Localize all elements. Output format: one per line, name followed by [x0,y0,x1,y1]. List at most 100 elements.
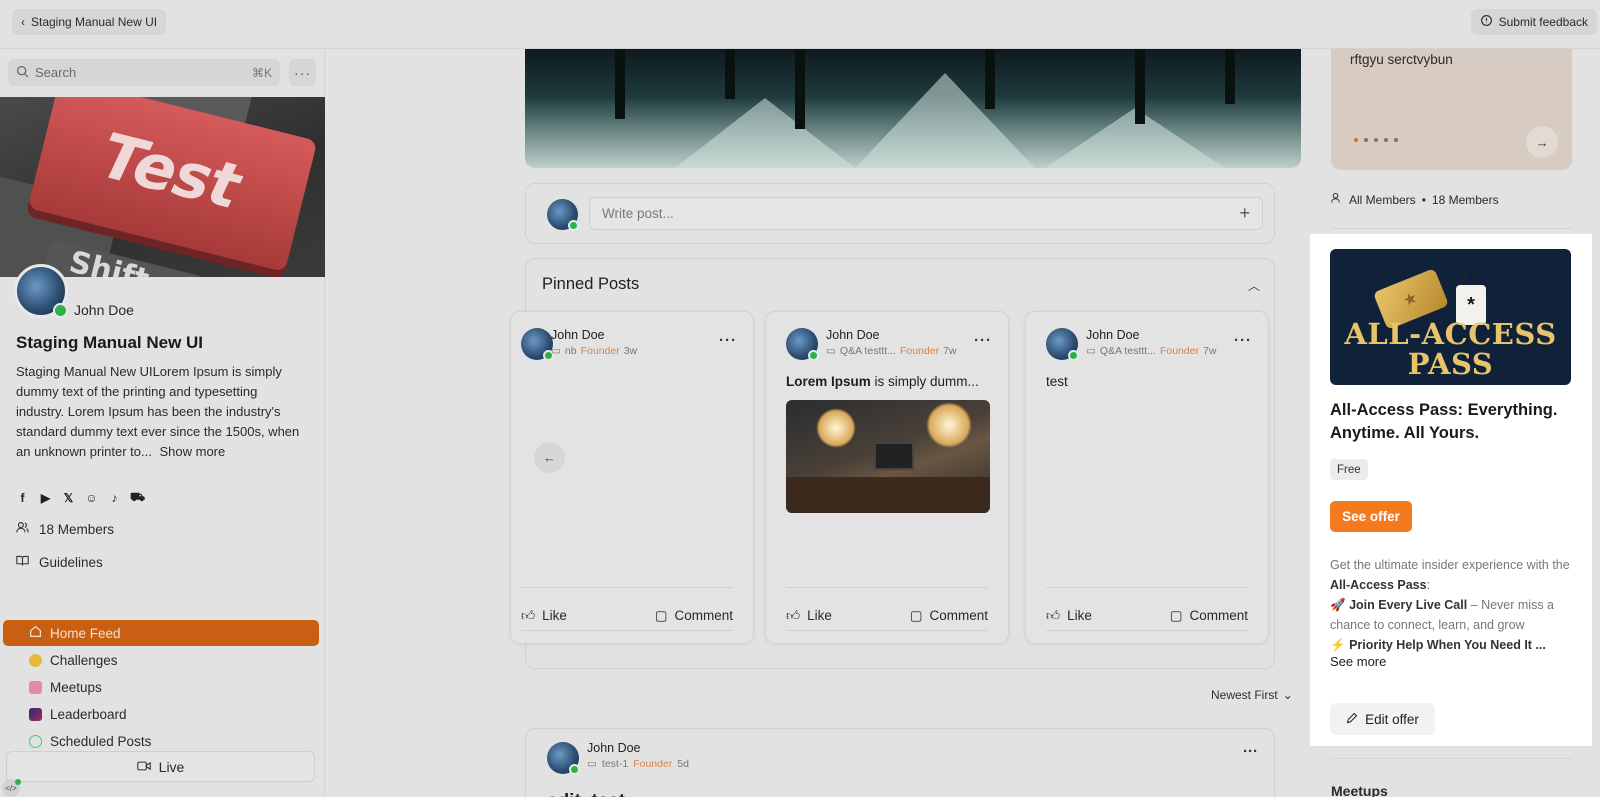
banner-tree [1225,49,1235,104]
sidebar-item-meetups[interactable]: Meetups [3,674,319,700]
search-input[interactable]: Search ⌘K [8,59,280,86]
space-icon: ▭ [1086,345,1096,357]
online-indicator [53,303,68,318]
leaderboard-icon [29,707,42,721]
like-label: Like [1067,608,1092,623]
post-composer: Write post... + [525,183,1275,244]
author-avatar [547,742,580,775]
author-name[interactable]: John Doe [551,328,605,342]
members-summary[interactable]: All Members • 18 Members [1331,192,1499,207]
see-offer-button[interactable]: See offer [1330,501,1412,532]
slide-dot[interactable] [1394,138,1398,142]
divider [1331,758,1572,759]
slide-pagination [1354,138,1398,142]
like-label: Like [807,608,832,623]
feed-post-card[interactable]: John Doe ▭ test-1 Founder 5d ··· edit_te… [525,728,1275,797]
post-excerpt-text: is simply dumm... [870,374,979,389]
submit-feedback-button[interactable]: Submit feedback [1470,9,1597,35]
post-menu-button[interactable]: ··· [974,332,992,349]
post-meta: ▭ Q&A testtt... Founder 7w [1086,345,1217,357]
top-bar: ‹ Staging Manual New UI Submit feedback [0,0,1600,49]
slide-dot[interactable] [1384,138,1388,142]
pencil-icon [1346,712,1358,727]
pinned-post-card[interactable]: John Doe ▭ Q&A testtt... Founder 7w ··· … [765,311,1009,644]
community-cover-image: Test Shift [0,97,325,277]
like-button[interactable]: 👍︎ Like [521,607,567,624]
offer-image-brand: ALL-ACCESS PASS [1344,317,1557,381]
author-name[interactable]: John Doe [587,741,641,755]
owner-name[interactable]: John Doe [74,302,134,318]
author-name[interactable]: John Doe [826,328,880,342]
facebook-icon[interactable]: f [16,491,29,505]
post-menu-button[interactable]: ··· [1243,743,1258,760]
snapchat-icon[interactable]: ☺ [85,491,98,505]
online-indicator [569,764,580,775]
pinned-posts-title: Pinned Posts [542,275,640,293]
calendar-icon [29,680,42,694]
offer-description: Get the ultimate insider experience with… [1330,558,1570,652]
pinned-post-card[interactable]: John Doe ▭ Q&A testtt... Founder 7w ··· … [1025,311,1269,644]
owner-avatar[interactable] [14,264,68,318]
plus-icon[interactable]: + [1239,203,1250,224]
video-icon [136,759,151,775]
sidebar: Search ⌘K ··· Test Shift John Doe Stagin… [0,49,325,797]
chevron-up-icon[interactable]: ︿ [1248,277,1260,294]
sidebar-more-button[interactable]: ··· [289,59,316,86]
book-icon [16,554,29,570]
slide-dot[interactable] [1374,138,1378,142]
edit-offer-button[interactable]: Edit offer [1330,703,1435,735]
youtube-icon[interactable]: ▶ [39,491,52,505]
sidebar-item-home-feed[interactable]: Home Feed [3,620,319,646]
rocket-emoji: 🚀 [1330,598,1346,612]
post-image[interactable] [786,400,990,513]
slide-dot[interactable] [1354,138,1358,142]
pinned-post-card[interactable]: John Doe ▭ nb Founder 3w ··· 👍︎ Like ▢ Com… [510,311,754,644]
bullet-separator: • [1421,192,1426,207]
comment-label: Comment [674,608,733,623]
members-link[interactable]: 18 Members [16,521,114,537]
nav-label: Scheduled Posts [50,733,152,749]
x-icon[interactable]: 𝕏 [62,491,75,505]
banner-tree [985,49,995,109]
offer-desc-bold: All-Access Pass [1330,578,1427,592]
community-title: Staging Manual New UI [16,333,204,352]
feedback-icon [1480,14,1493,30]
sort-dropdown[interactable]: Newest First ⌄ [1211,688,1293,702]
search-placeholder: Search [35,65,77,80]
founder-badge: Founder [633,758,673,770]
post-actions: 👍︎ Like ▢ Comment [786,587,988,643]
see-more-link[interactable]: See more [1330,654,1386,669]
sidebar-item-leaderboard[interactable]: Leaderboard [3,701,319,727]
show-more-link[interactable]: Show more [159,444,225,459]
comment-button[interactable]: ▢ Comment [655,608,733,624]
comment-button[interactable]: ▢ Comment [1170,608,1248,624]
carousel-prev-button[interactable]: ← [534,442,565,473]
home-icon [29,625,42,641]
slide-next-button[interactable]: → [1526,126,1558,158]
dev-tools-icon[interactable]: </> [2,779,21,797]
image-monitor [874,442,914,470]
banner-tree [1135,49,1145,124]
post-menu-button[interactable]: ··· [1234,332,1252,349]
shop-icon[interactable]: ⛟ [130,490,145,504]
sidebar-item-challenges[interactable]: Challenges [3,647,319,673]
comment-button[interactable]: ▢ Comment [910,608,988,624]
author-name[interactable]: John Doe [1086,328,1140,342]
back-button[interactable]: ‹ Staging Manual New UI [12,9,167,35]
like-button[interactable]: 👍︎ Like [786,607,832,624]
live-button[interactable]: Live [6,751,315,782]
lanyard-strap [1464,267,1478,287]
post-menu-button[interactable]: ··· [719,332,737,349]
like-button[interactable]: 👍︎ Like [1046,607,1092,624]
founder-badge: Founder [1159,345,1200,357]
post-meta: ▭ Q&A testtt... Founder 7w [826,345,957,357]
tiktok-icon[interactable]: ♪ [108,491,121,505]
write-post-input[interactable]: Write post... + [589,197,1263,230]
thumbs-up-icon: 👍︎ [1046,608,1061,623]
founder-badge: Founder [899,345,940,357]
offer-desc-intro: Get the ultimate insider experience with… [1330,558,1570,572]
slide-dot[interactable] [1364,138,1368,142]
chevron-down-icon: ⌄ [1282,688,1293,702]
guidelines-link[interactable]: Guidelines [16,554,103,570]
post-excerpt: test [1046,374,1068,389]
